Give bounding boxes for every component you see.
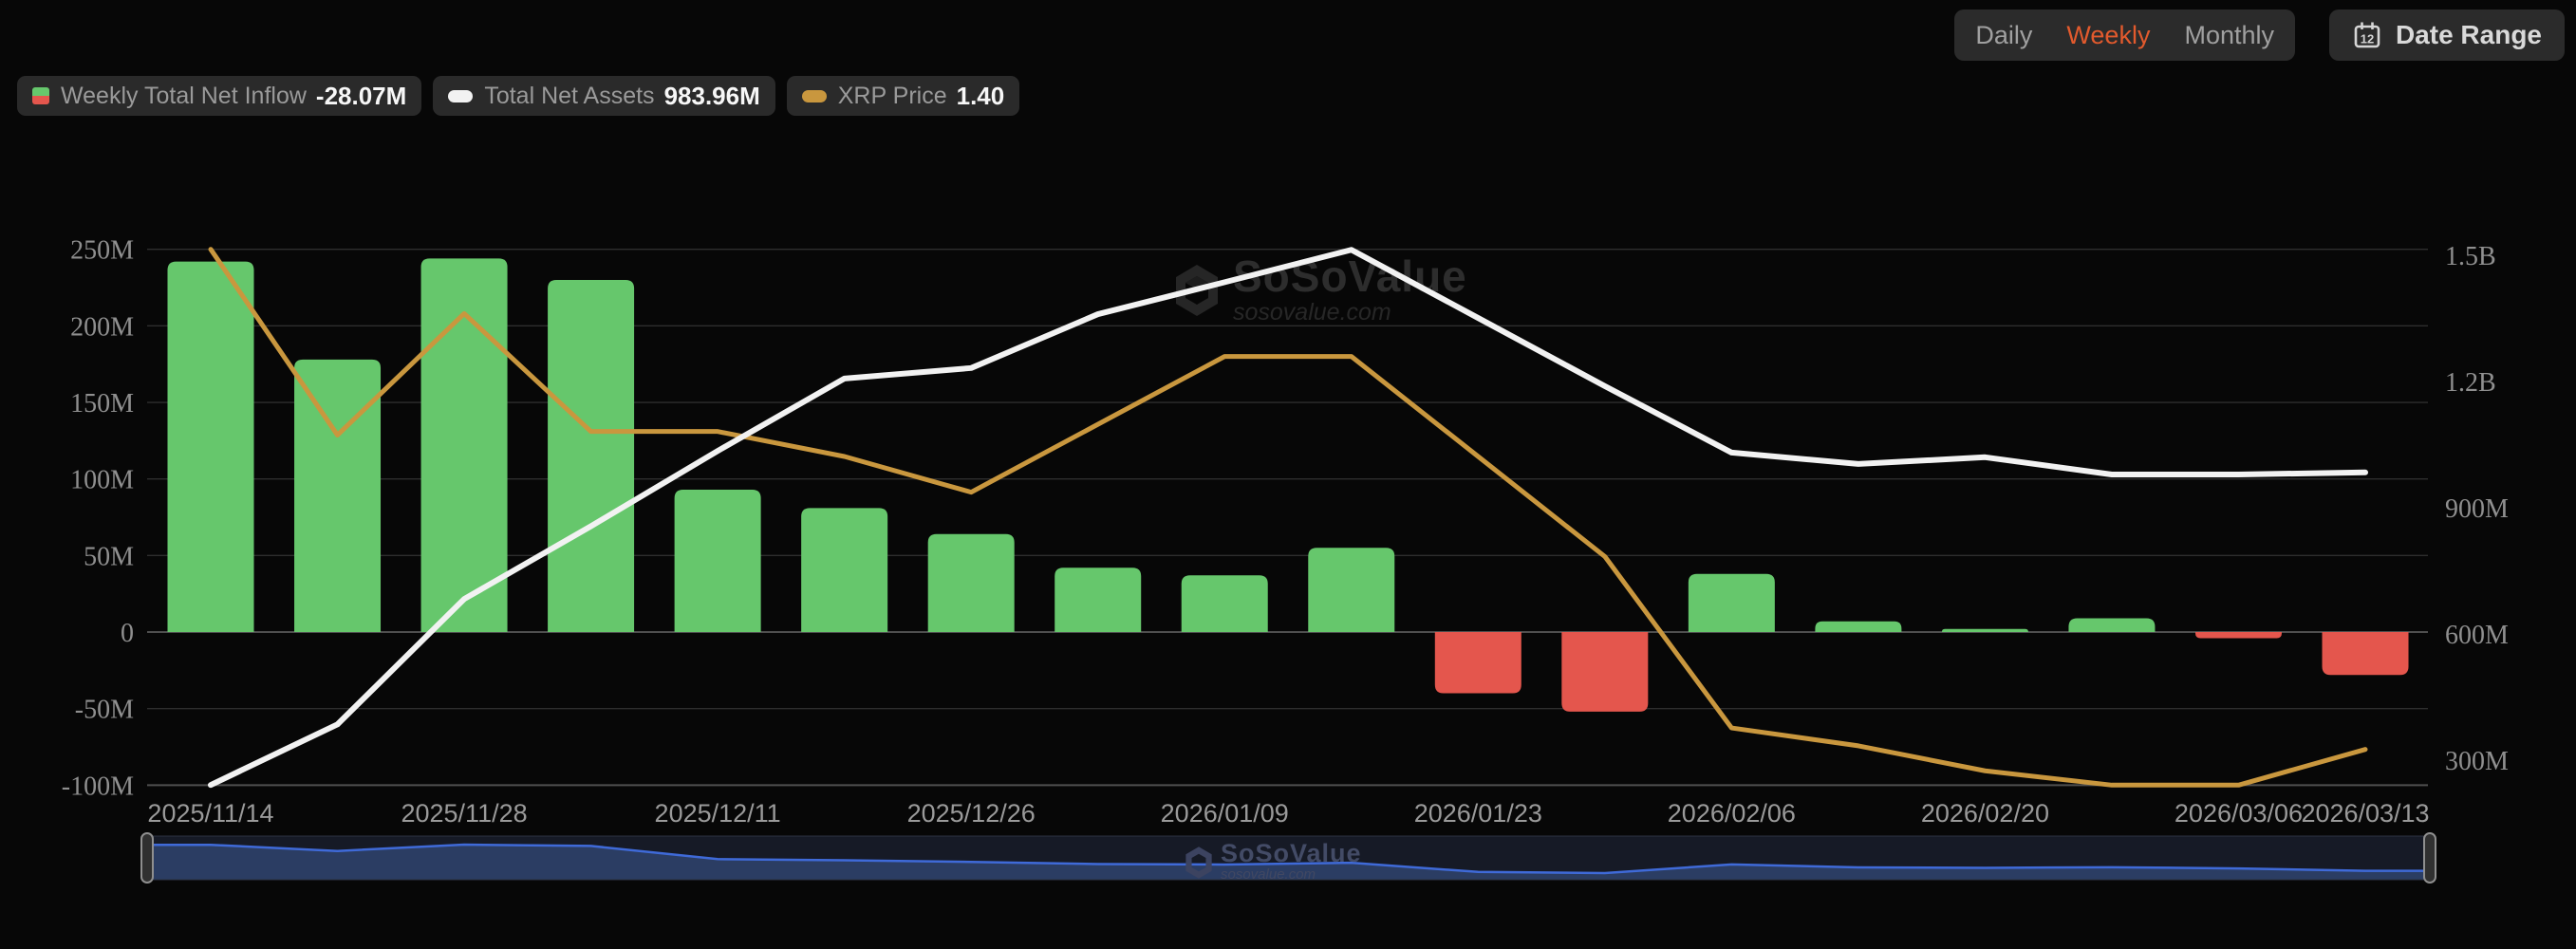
inflow-bar[interactable] — [1435, 632, 1521, 694]
left-axis-tick: 50M — [84, 542, 134, 571]
left-axis-tick: 200M — [70, 312, 134, 342]
calendar-icon: 12 — [2352, 20, 2382, 50]
legend-label: Weekly Total Net Inflow — [61, 83, 307, 110]
navigator-handle-right[interactable] — [2424, 833, 2436, 883]
legend-value: 983.96M — [664, 82, 760, 111]
inflow-bar[interactable] — [294, 360, 381, 632]
inflow-bar[interactable] — [548, 280, 634, 632]
left-axis-tick: 150M — [70, 389, 134, 419]
right-axis-tick: 300M — [2445, 747, 2509, 776]
x-axis-tick: 2025/11/14 — [147, 799, 273, 828]
assets-swatch-icon — [448, 90, 473, 102]
left-axis-tick: 100M — [70, 466, 134, 495]
x-axis-tick: 2026/03/13 — [2301, 799, 2429, 828]
net-assets-line — [211, 250, 2365, 785]
legend-label: XRP Price — [838, 83, 947, 110]
inflow-bar[interactable] — [675, 490, 761, 632]
right-axis-tick: 600M — [2445, 621, 2509, 650]
inflow-bar[interactable] — [2195, 632, 2282, 638]
inflow-bar[interactable] — [1055, 568, 1141, 632]
inflow-bar[interactable] — [1561, 632, 1648, 712]
date-range-label: Date Range — [2396, 20, 2542, 50]
xrp-etf-flow-dashboard: Daily Weekly Monthly 12 Date Range Weekly … — [0, 0, 2576, 949]
legend-item-price[interactable]: XRP Price 1.40 — [787, 76, 1019, 116]
x-axis-tick: 2026/02/06 — [1668, 799, 1796, 828]
right-axis-tick: 1.2B — [2445, 368, 2496, 398]
legend-value: -28.07M — [316, 82, 406, 111]
legend-item-assets[interactable]: Total Net Assets 983.96M — [433, 76, 775, 116]
inflow-bar[interactable] — [1942, 629, 2028, 632]
right-axis-tick: 1.5B — [2445, 242, 2496, 271]
x-axis-tick: 2025/12/11 — [655, 799, 781, 828]
x-axis-tick: 2026/02/20 — [1921, 799, 2049, 828]
left-axis-tick: -100M — [62, 772, 134, 801]
right-axis-tick: 900M — [2445, 494, 2509, 524]
legend-value: 1.40 — [957, 82, 1005, 111]
inflow-bar[interactable] — [1182, 575, 1268, 632]
tab-monthly[interactable]: Monthly — [2184, 9, 2274, 61]
left-axis-tick: -50M — [75, 696, 134, 725]
inflow-bar[interactable] — [1689, 574, 1775, 632]
inflow-bar[interactable] — [928, 534, 1015, 632]
navigator-handle-left[interactable] — [141, 833, 153, 883]
legend: Weekly Total Net Inflow -28.07M Total Net … — [17, 76, 1019, 116]
inflow-bar[interactable] — [801, 508, 887, 632]
tab-weekly[interactable]: Weekly — [2066, 9, 2150, 61]
date-range-button[interactable]: 12 Date Range — [2329, 9, 2565, 61]
x-axis-tick: 2026/01/09 — [1161, 799, 1289, 828]
x-axis-tick: 2026/01/23 — [1414, 799, 1542, 828]
xrp-price-line — [211, 250, 2365, 786]
price-swatch-icon — [802, 90, 827, 102]
x-axis-tick: 2026/03/06 — [2175, 799, 2303, 828]
inflow-bar[interactable] — [2323, 632, 2409, 675]
legend-label: Total Net Assets — [484, 83, 654, 110]
inflow-bar[interactable] — [2068, 618, 2155, 632]
interval-tab-group: Daily Weekly Monthly — [1954, 9, 2295, 61]
svg-text:12: 12 — [2361, 32, 2374, 47]
legend-item-inflow[interactable]: Weekly Total Net Inflow -28.07M — [17, 76, 421, 116]
left-axis-tick: 0 — [121, 619, 134, 648]
combo-chart[interactable]: 250M 200M 150M 100M 50M 0 -50M -100M 1.5B 1.2B 900… — [0, 0, 2576, 949]
inflow-bar[interactable] — [1308, 548, 1394, 632]
left-axis-tick: 250M — [70, 236, 134, 266]
x-axis-tick: 2025/11/28 — [401, 799, 527, 828]
tab-daily[interactable]: Daily — [1975, 9, 2032, 61]
x-axis-tick: 2025/12/26 — [907, 799, 1036, 828]
inflow-bar[interactable] — [1815, 622, 1901, 632]
inflow-swatch-icon — [32, 87, 49, 104]
inflow-bar[interactable] — [168, 262, 254, 632]
